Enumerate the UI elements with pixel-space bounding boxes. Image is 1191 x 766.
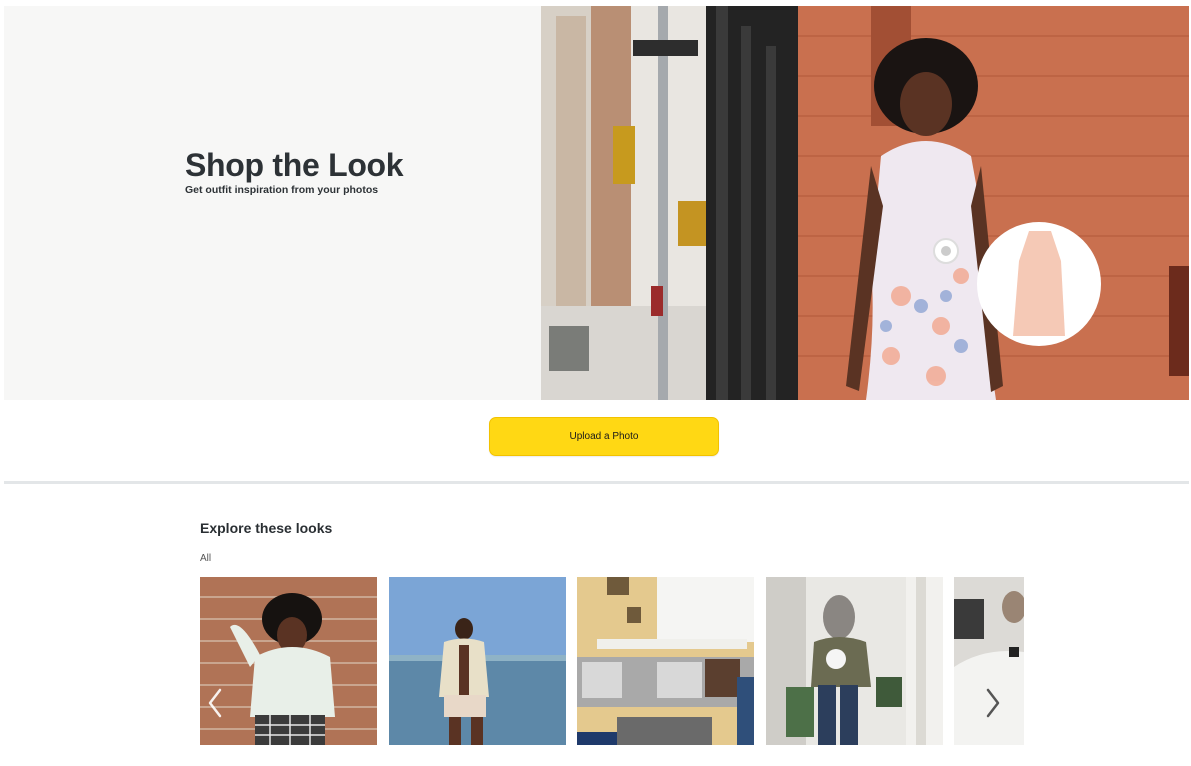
page-title: Shop the Look: [185, 147, 404, 183]
carousel-next-button[interactable]: [980, 683, 1006, 723]
page-subtitle: Get outfit inspiration from your photos: [185, 184, 379, 196]
explore-section-title: Explore these looks: [200, 520, 333, 536]
chevron-left-icon: [208, 688, 222, 718]
section-divider: [4, 481, 1189, 484]
looks-carousel: [200, 577, 1024, 745]
chevron-right-icon: [986, 688, 1000, 718]
hero-text-block: Shop the Look Get outfit inspiration fro…: [185, 147, 404, 196]
look-card-2[interactable]: [389, 577, 566, 745]
look-card-3[interactable]: [577, 577, 754, 745]
hero-banner: Shop the Look Get outfit inspiration fro…: [4, 6, 1189, 400]
carousel-prev-button[interactable]: [202, 683, 228, 723]
look-card-4[interactable]: [766, 577, 943, 745]
filter-all[interactable]: All: [200, 553, 211, 564]
hero-photo: [541, 6, 1189, 400]
upload-photo-button[interactable]: Upload a Photo: [489, 417, 719, 456]
